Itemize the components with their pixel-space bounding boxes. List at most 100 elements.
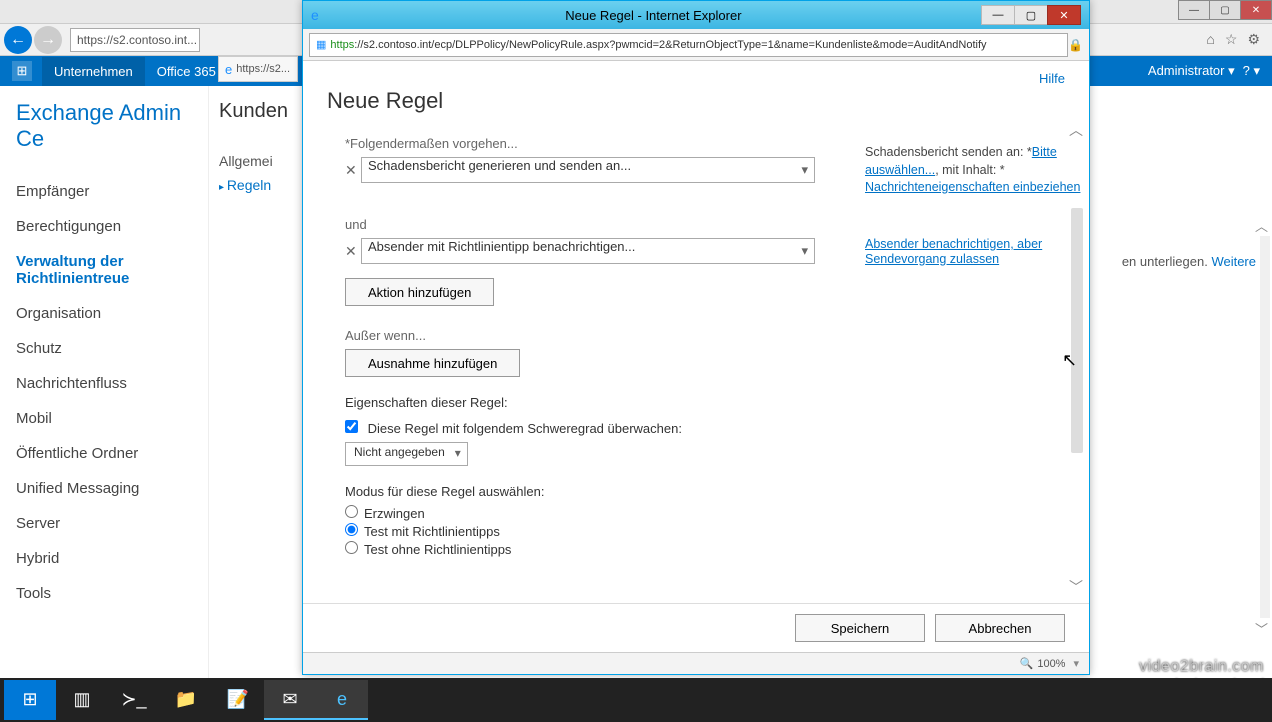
nav-hybrid[interactable]: Hybrid	[16, 541, 208, 576]
mode-test-no-tips-radio[interactable]	[345, 541, 358, 554]
zoom-dropdown-icon[interactable]: ▾	[1073, 657, 1079, 670]
office365-tab[interactable]: Office 365	[145, 57, 228, 86]
task-ie[interactable]: e	[316, 680, 368, 720]
mode-test-no-tips[interactable]: Test ohne Richtlinientipps	[345, 541, 815, 557]
bg-maximize-button[interactable]: ▢	[1209, 0, 1241, 20]
admin-menu[interactable]: Administrator ▾	[1148, 63, 1235, 79]
mode-enforce-radio[interactable]	[345, 505, 358, 518]
severity-select[interactable]: Nicht angegeben	[345, 442, 468, 466]
popup-close-button[interactable]: ✕	[1047, 5, 1081, 25]
scroll-down-icon[interactable]: ﹀	[1255, 619, 1268, 638]
nav-mobil[interactable]: Mobil	[16, 401, 208, 436]
action2-select[interactable]: Absender mit Richtlinientipp benachricht…	[361, 238, 815, 264]
popup-title: Neue Regel - Internet Explorer	[325, 8, 982, 23]
popup-status-bar: 🔍 100% ▾	[303, 652, 1089, 674]
mode-label: Modus für diese Regel auswählen:	[345, 484, 815, 499]
mode-enforce[interactable]: Erzwingen	[345, 505, 815, 521]
info-link[interactable]: Weitere	[1211, 254, 1256, 269]
popup-minimize-button[interactable]: —	[981, 5, 1015, 25]
task-explorer[interactable]: 📁	[160, 680, 212, 720]
action1-value: Schadensbericht generieren und senden an…	[368, 158, 631, 173]
url-protocol: https	[330, 39, 354, 51]
severity-value: Nicht angegeben	[354, 445, 445, 459]
remove-action2-button[interactable]: ✕	[345, 243, 361, 260]
company-tab[interactable]: Unternehmen	[42, 57, 145, 86]
app-launcher-icon[interactable]: ⊞	[12, 61, 32, 81]
nav-nachrichtenfluss[interactable]: Nachrichtenfluss	[16, 366, 208, 401]
help-menu[interactable]: ? ▾	[1243, 63, 1260, 79]
mode-radio-group: Erzwingen Test mit Richtlinientipps Test…	[345, 505, 815, 557]
nav-oeffentliche-ordner[interactable]: Öffentliche Ordner	[16, 436, 208, 471]
ie-icon: e	[225, 62, 232, 77]
info-text: en unterliegen.	[1122, 254, 1212, 269]
stacked-tab-label: https://s2...	[236, 63, 290, 75]
favorites-icon[interactable]: ☆	[1225, 31, 1238, 48]
start-button[interactable]: ⊞	[4, 680, 56, 720]
cancel-button[interactable]: Abbrechen	[935, 614, 1065, 642]
nav-tools[interactable]: Tools	[16, 576, 208, 611]
left-nav: Exchange Admin Ce Empfänger Berechtigung…	[0, 86, 208, 678]
eac-title: Exchange Admin Ce	[16, 100, 208, 152]
do-the-following-label: *Folgendermaßen vorgehen...	[345, 136, 815, 151]
home-icon[interactable]: ⌂	[1206, 31, 1214, 48]
and-label: und	[345, 217, 815, 232]
popup-maximize-button[interactable]: ▢	[1014, 5, 1048, 25]
tools-icon[interactable]: ⚙	[1247, 31, 1260, 48]
sub-nav-title: Kunden	[219, 100, 288, 123]
severity-checkbox-text: Diese Regel mit folgendem Schweregrad üb…	[368, 421, 682, 436]
mode-test-tips-radio[interactable]	[345, 523, 358, 536]
nav-berechtigungen[interactable]: Berechtigungen	[16, 209, 208, 244]
bg-minimize-button[interactable]: —	[1178, 0, 1210, 20]
dialog-footer: Speichern Abbrechen	[303, 603, 1089, 652]
stacked-ie-tab[interactable]: e https://s2...	[218, 56, 298, 82]
add-exception-button[interactable]: Ausnahme hinzufügen	[345, 349, 520, 377]
taskbar: ⊞ ▥ ≻_ 📁 📝 ✉ e	[0, 678, 1272, 722]
forward-button[interactable]: →	[34, 26, 62, 54]
task-server-manager[interactable]: ▥	[56, 680, 108, 720]
zoom-icon[interactable]: 🔍	[1020, 657, 1034, 670]
task-notepad[interactable]: 📝	[212, 680, 264, 720]
severity-checkbox-label[interactable]: Diese Regel mit folgendem Schweregrad üb…	[345, 421, 682, 436]
ie-icon: e	[311, 7, 319, 23]
except-label: Außer wenn...	[345, 328, 815, 343]
bg-address-bar[interactable]: https://s2.contoso.int...	[70, 28, 200, 52]
bg-window-controls: — ▢ ✕	[1179, 0, 1272, 20]
subnav-regeln[interactable]: Regeln	[219, 173, 288, 197]
site-icon: ▦	[316, 38, 326, 51]
subnav-allgemein[interactable]: Allgemei	[219, 149, 288, 173]
mode-test-tips[interactable]: Test mit Richtlinientipps	[345, 523, 815, 539]
scroll-up-icon[interactable]: ︿	[1255, 216, 1268, 235]
sub-nav: Kunden Allgemei Regeln	[208, 86, 288, 678]
nav-organisation[interactable]: Organisation	[16, 296, 208, 331]
zoom-level[interactable]: 100%	[1037, 658, 1065, 670]
properties-label: Eigenschaften dieser Regel:	[345, 395, 815, 410]
save-button[interactable]: Speichern	[795, 614, 925, 642]
back-button[interactable]: ←	[4, 26, 32, 54]
task-powershell[interactable]: ≻_	[108, 680, 160, 720]
lock-icon: 🔒	[1068, 38, 1083, 52]
action2-value: Absender mit Richtlinientipp benachricht…	[368, 239, 635, 254]
form-scroll-up-icon[interactable]: ︿	[1069, 122, 1083, 140]
nav-unified-messaging[interactable]: Unified Messaging	[16, 471, 208, 506]
action1-select[interactable]: Schadensbericht generieren und senden an…	[361, 157, 815, 183]
popup-address-bar: ▦ https://s2.contoso.int/ecp/DLPPolicy/N…	[303, 29, 1089, 61]
popup-titlebar[interactable]: e Neue Regel - Internet Explorer — ▢ ✕	[303, 1, 1089, 29]
url-rest: ://s2.contoso.int/ecp/DLPPolicy/NewPolic…	[354, 39, 986, 51]
remove-action1-button[interactable]: ✕	[345, 162, 361, 179]
help-link[interactable]: Hilfe	[1039, 71, 1065, 86]
scrollbar[interactable]	[1260, 236, 1270, 618]
popup-window: e Neue Regel - Internet Explorer — ▢ ✕ ▦…	[302, 0, 1090, 675]
nav-schutz[interactable]: Schutz	[16, 331, 208, 366]
bg-close-button[interactable]: ✕	[1240, 0, 1272, 20]
notify-sender-link[interactable]: Absender benachrichtigen, aber Sendevorg…	[865, 237, 1042, 266]
nav-empfaenger[interactable]: Empfänger	[16, 174, 208, 209]
nav-server[interactable]: Server	[16, 506, 208, 541]
form-scroll-down-icon[interactable]: ﹀	[1069, 577, 1083, 597]
nav-richtlinientreue[interactable]: Verwaltung der Richtlinientreue	[16, 244, 208, 296]
message-properties-link[interactable]: Nachrichteneigenschaften einbeziehen	[865, 180, 1080, 194]
task-outlook[interactable]: ✉	[264, 680, 316, 720]
popup-url[interactable]: ▦ https://s2.contoso.int/ecp/DLPPolicy/N…	[309, 33, 1068, 57]
add-action-button[interactable]: Aktion hinzufügen	[345, 278, 494, 306]
action2-summary: Absender benachrichtigen, aber Sendevorg…	[865, 236, 1085, 266]
severity-checkbox[interactable]	[345, 420, 358, 433]
